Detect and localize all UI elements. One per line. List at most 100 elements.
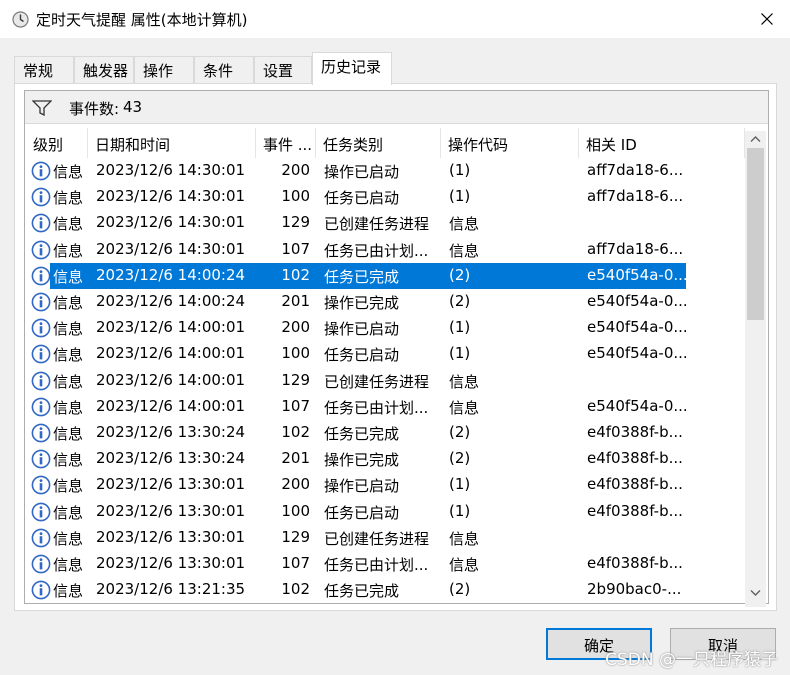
- cell-datetime: 2023/12/6 13:30:01: [96, 501, 246, 520]
- table-row[interactable]: 信息 2023/12/6 14:00:01 107 任务已由计划... 信息 e540f5…: [26, 394, 745, 420]
- table-row[interactable]: 信息 2023/12/6 14:00:01 129 已创建任务进程 信息: [26, 368, 745, 394]
- cell-event-id: 129: [281, 213, 310, 232]
- table-row[interactable]: 信息 2023/12/6 13:21:35 102 任务已完成 (2) 2b90bac0-…: [26, 577, 745, 600]
- cell-correlation-id: aff7da18-6...: [587, 187, 684, 206]
- cell-correlation-id: e540f54a-0...: [587, 265, 687, 284]
- cell-event-id: 200: [281, 475, 310, 494]
- cell-event-id: 107: [281, 396, 310, 415]
- cell-level: 信息: [53, 241, 84, 260]
- cell-level: 信息: [53, 398, 84, 417]
- table-row[interactable]: 信息 2023/12/6 14:30:01 100 任务已启动 (1) aff7da18-…: [26, 184, 745, 210]
- table-row[interactable]: 信息 2023/12/6 13:30:01 100 任务已启动 (1) e4f0388f-…: [26, 499, 745, 525]
- tab-actions[interactable]: 操作: [134, 56, 194, 84]
- column-header-level[interactable]: 级别: [26, 128, 88, 158]
- cell-event-id: 201: [281, 292, 310, 310]
- cell-level: 信息: [53, 346, 84, 365]
- tab-triggers[interactable]: 触发器: [74, 56, 134, 84]
- info-icon: [31, 475, 51, 495]
- cell-correlation-id: e4f0388f-b...: [587, 423, 683, 441]
- cell-task-category: 任务已由计划...: [324, 398, 429, 417]
- cell-opcode: 信息: [449, 529, 480, 548]
- cell-datetime: 2023/12/6 13:30:24: [96, 449, 246, 468]
- cell-level: 信息: [53, 503, 84, 522]
- close-button[interactable]: [744, 0, 790, 38]
- scroll-down-icon[interactable]: [750, 589, 761, 597]
- cell-task-category: 操作已启动: [324, 163, 400, 181]
- cell-datetime: 2023/12/6 14:30:01: [96, 213, 246, 232]
- tab-general[interactable]: 常规: [14, 56, 74, 84]
- info-icon: [31, 240, 51, 259]
- cell-datetime: 2023/12/6 13:30:24: [96, 423, 246, 441]
- info-icon: [31, 266, 51, 286]
- column-header-correlation-id[interactable]: 相关 ID: [579, 128, 745, 158]
- info-icon: [31, 554, 51, 574]
- cell-task-category: 操作已完成: [324, 451, 400, 470]
- cell-event-id: 100: [281, 187, 310, 206]
- cell-opcode: (1): [449, 161, 471, 179]
- column-header-datetime[interactable]: 日期和时间: [88, 128, 256, 158]
- cell-opcode: (2): [449, 423, 471, 441]
- cell-correlation-id: aff7da18-6...: [587, 161, 684, 179]
- cell-opcode: (1): [449, 501, 471, 520]
- history-panel: 事件数: 43 级别 日期和时间 事件 ... 任务类别 操作代码 相关 ID …: [14, 83, 777, 611]
- title-bar: 定时天气提醒 属性(本地计算机): [0, 0, 790, 38]
- cell-level: 信息: [53, 425, 84, 443]
- cell-correlation-id: e540f54a-0...: [587, 318, 687, 337]
- cell-event-id: 129: [281, 527, 310, 546]
- cell-datetime: 2023/12/6 14:00:01: [96, 396, 246, 415]
- tab-history[interactable]: 历史记录: [312, 52, 392, 85]
- filter-icon[interactable]: [32, 100, 52, 116]
- tab-settings[interactable]: 设置: [254, 56, 312, 84]
- tab-conditions[interactable]: 条件: [194, 56, 254, 84]
- cell-correlation-id: e540f54a-0...: [587, 396, 687, 415]
- table-row[interactable]: 信息 2023/12/6 13:30:01 129 已创建任务进程 信息: [26, 525, 745, 551]
- column-header-task-category[interactable]: 任务类别: [316, 128, 441, 158]
- cell-datetime: 2023/12/6 14:30:01: [96, 161, 246, 179]
- table-row[interactable]: 信息 2023/12/6 14:30:01 107 任务已由计划... 信息 aff7da…: [26, 237, 745, 263]
- table-row[interactable]: 信息 2023/12/6 14:00:24 201 操作已完成 (2) e540f54a-…: [26, 289, 745, 315]
- info-icon: [31, 213, 51, 233]
- column-header-opcode[interactable]: 操作代码: [441, 128, 579, 158]
- column-header-event-id[interactable]: 事件 ...: [256, 128, 316, 158]
- cell-task-category: 已创建任务进程: [324, 372, 430, 391]
- cell-datetime: 2023/12/6 14:00:01: [96, 318, 246, 337]
- cell-level: 信息: [53, 189, 84, 208]
- cell-correlation-id: e540f54a-0...: [587, 292, 687, 310]
- cell-correlation-id: aff7da18-6...: [587, 239, 684, 258]
- event-count-label: 事件数:: [69, 100, 120, 118]
- cell-opcode: 信息: [449, 241, 480, 260]
- cell-opcode: (2): [449, 580, 471, 599]
- table-row[interactable]: 信息 2023/12/6 13:30:24 102 任务已完成 (2) e4f0388f-…: [26, 420, 745, 446]
- cell-datetime: 2023/12/6 13:30:01: [96, 475, 246, 494]
- cell-level: 信息: [53, 582, 84, 600]
- cell-event-id: 200: [281, 318, 310, 337]
- cell-datetime: 2023/12/6 14:30:01: [96, 239, 246, 258]
- cell-opcode: (1): [449, 187, 471, 206]
- table-row[interactable]: 信息 2023/12/6 14:30:01 129 已创建任务进程 信息: [26, 210, 745, 236]
- info-icon: [31, 423, 51, 443]
- table-row[interactable]: 信息 2023/12/6 13:30:24 201 操作已完成 (2) e4f0388f-…: [26, 446, 745, 472]
- table-row[interactable]: 信息 2023/12/6 14:30:01 200 操作已启动 (1) aff7da18-…: [26, 158, 745, 184]
- event-grid[interactable]: 级别 日期和时间 事件 ... 任务类别 操作代码 相关 ID 信息 2023/1…: [26, 128, 745, 600]
- cell-correlation-id: e4f0388f-b...: [587, 554, 683, 572]
- scrollbar-thumb[interactable]: [747, 148, 764, 320]
- vertical-scrollbar[interactable]: [745, 131, 766, 607]
- cell-event-id: 102: [281, 265, 310, 284]
- cell-level: 信息: [53, 320, 84, 339]
- close-icon: [761, 13, 773, 25]
- cell-level: 信息: [53, 556, 84, 574]
- cell-level: 信息: [53, 451, 84, 470]
- cell-event-id: 200: [281, 161, 310, 179]
- table-row[interactable]: 信息 2023/12/6 14:00:24 102 任务已完成 (2) e540f54a-…: [26, 262, 745, 289]
- table-row[interactable]: 信息 2023/12/6 14:00:01 100 任务已启动 (1) e540f54a-…: [26, 341, 745, 367]
- cell-opcode: 信息: [449, 372, 480, 391]
- scroll-up-icon[interactable]: [750, 135, 761, 143]
- cell-level: 信息: [53, 477, 84, 496]
- cell-level: 信息: [53, 215, 84, 234]
- table-row[interactable]: 信息 2023/12/6 13:30:01 107 任务已由计划... 信息 e4f038…: [26, 551, 745, 577]
- cell-datetime: 2023/12/6 14:00:24: [96, 292, 246, 310]
- table-row[interactable]: 信息 2023/12/6 13:30:01 200 操作已启动 (1) e4f0388f-…: [26, 472, 745, 498]
- cell-level: 信息: [53, 372, 84, 391]
- cell-event-id: 201: [281, 449, 310, 468]
- table-row[interactable]: 信息 2023/12/6 14:00:01 200 操作已启动 (1) e540f54a-…: [26, 315, 745, 341]
